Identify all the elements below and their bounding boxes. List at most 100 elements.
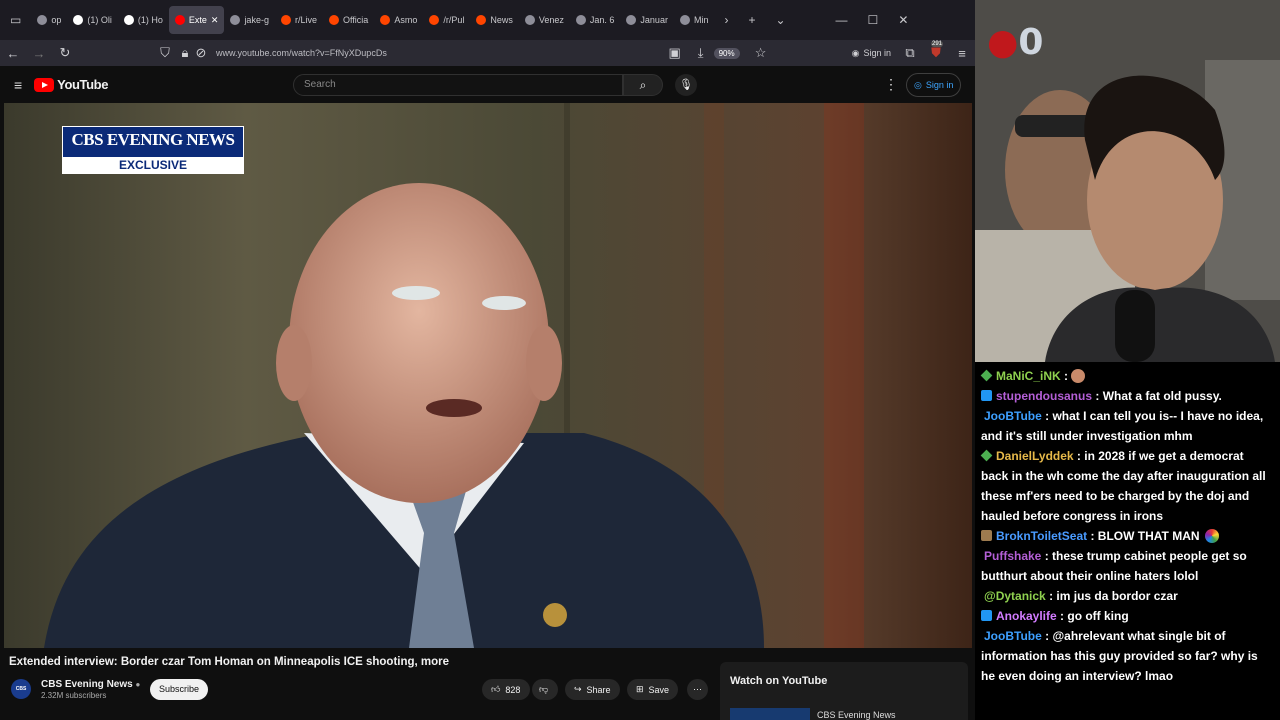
close-window-button[interactable]: ✕ [888, 13, 918, 27]
settings-kebab-icon[interactable]: ⋮ [884, 76, 898, 93]
browser-tab[interactable]: Jan. 6 [570, 6, 621, 34]
browser-tab[interactable]: jake-g [224, 6, 275, 34]
youtube-sign-in-label: Sign in [925, 80, 954, 90]
share-button[interactable]: ↪ Share [565, 679, 620, 700]
tab-icon [575, 15, 586, 25]
stream-chat: MaNiC_iNK : stupendousanus : What a fat … [975, 362, 1280, 720]
watch-on-youtube-panel[interactable]: Watch on YouTube CBS Evening News [720, 662, 968, 720]
browser-tab[interactable]: Min [674, 6, 715, 34]
browser-tab[interactable]: Officia [323, 6, 374, 34]
browser-tab[interactable]: News [470, 6, 519, 34]
chat-username[interactable]: DanielLyddek [996, 449, 1074, 463]
dislike-button[interactable]: 👎︎ [532, 679, 558, 700]
search-icon: ⌕ [639, 78, 647, 92]
channel-avatar[interactable]: CBS [11, 679, 31, 699]
chat-message: JooBTube : what I can tell you is-- I ha… [981, 409, 1264, 443]
youtube-icon [174, 15, 185, 25]
zoom-level[interactable]: 90% [713, 47, 740, 59]
chat-text: What a fat old pussy. [1102, 389, 1222, 403]
tab-label: Officia [342, 15, 369, 25]
emote-icon [1071, 369, 1086, 383]
like-button[interactable]: 👍︎ 828 [482, 679, 530, 700]
back-icon[interactable]: ← [0, 46, 26, 61]
rainbow-emote-icon [1204, 529, 1219, 543]
account-button[interactable]: ◉ Sign in [852, 48, 891, 59]
browser-tab[interactable]: Exte ✕ [168, 6, 225, 34]
reload-icon[interactable]: ↻ [52, 45, 78, 61]
tab-label: jake-g [244, 15, 269, 25]
browser-tab[interactable]: Asmo [374, 6, 423, 34]
bookmark-star-icon[interactable]: ☆ [748, 45, 774, 61]
channel-name[interactable]: CBS Evening News ● [41, 679, 140, 690]
close-tab-icon[interactable]: ✕ [211, 15, 219, 26]
chat-username[interactable]: JooBTube [984, 629, 1042, 643]
youtube-sign-in-button[interactable]: ◎ Sign in [906, 73, 962, 97]
diamond-badge-icon [980, 369, 993, 382]
ublock-icon[interactable]: ⛊ 291 [923, 41, 949, 61]
subscribe-button[interactable]: Subscribe [150, 679, 208, 700]
minimize-button[interactable]: — [826, 13, 858, 27]
chat-username[interactable]: MaNiC_iNK [996, 369, 1061, 383]
shield-icon[interactable]: ⛉ [152, 45, 178, 61]
tab-label: /r/Pul [443, 15, 465, 25]
channel-name-label: CBS Evening News [41, 679, 133, 690]
tab-icon [524, 15, 535, 25]
maximize-button[interactable]: ☐ [858, 13, 889, 27]
browser-tab[interactable]: r/Live [275, 6, 323, 34]
reddit-icon [476, 15, 487, 25]
youtube-logo[interactable]: YouTube [34, 77, 108, 92]
lock-icon[interactable]: 🔒︎ [178, 45, 192, 61]
more-actions-button[interactable]: ⋯ [687, 679, 708, 700]
tab-label: op [51, 15, 62, 25]
browser-tab[interactable]: Venez [519, 6, 570, 34]
chat-message: BroknToiletSeat : BLOW THAT MAN [981, 526, 1274, 546]
suggested-thumbnail[interactable] [730, 708, 810, 720]
subscriber-count: 2.32M subscribers [41, 691, 107, 700]
guide-menu-icon[interactable]: ≡ [14, 77, 22, 93]
browser-tab[interactable]: op [31, 6, 67, 34]
x-logo-icon [123, 15, 134, 25]
browser-tab[interactable]: /r/Pul [423, 6, 470, 34]
reader-view-icon[interactable]: ▣ [662, 45, 688, 61]
thumbs-up-icon: 👍︎ [491, 684, 501, 694]
browser-tab[interactable]: (1) Ho [118, 6, 169, 34]
chat-username[interactable]: JooBTube [984, 409, 1042, 423]
tab-label: Januar [640, 15, 668, 25]
download-icon[interactable]: ⤓ [688, 45, 714, 61]
tab-label: (1) Oli [87, 15, 112, 25]
cbs-evening-news-logo: CBS EVENING NEWSWITH TONY DOKOUPIL EXCLU… [62, 126, 244, 174]
search-button[interactable]: ⌕ [623, 74, 663, 96]
chat-username[interactable]: stupendousanus [996, 389, 1092, 403]
chat-username[interactable]: BroknToiletSeat [996, 529, 1087, 543]
account-sign-in-label: Sign in [863, 48, 891, 58]
extensions-icon[interactable]: ⧉ [897, 45, 923, 61]
browser-tab[interactable]: (1) Oli [67, 6, 118, 34]
tracking-icon[interactable]: ⊘ [192, 45, 210, 61]
list-tabs-icon[interactable]: ⌄ [765, 13, 795, 27]
tab-scroll-right-icon[interactable]: › [714, 13, 738, 27]
url-bar[interactable]: www.youtube.com/watch?v=FfNyXDupcDs [210, 48, 662, 58]
tab-strip: op (1) Oli (1) Ho Exte ✕ jake-g r/Live Officia A… [31, 6, 714, 34]
voice-search-button[interactable]: 🎙︎ [675, 74, 697, 96]
chat-message: stupendousanus : What a fat old pussy. [981, 386, 1274, 406]
chat-message: JooBTube : @ahrelevant what single bit o… [981, 629, 1258, 683]
search-input[interactable]: Search [293, 74, 623, 96]
share-label: Share [586, 684, 611, 695]
save-button[interactable]: ⊞ Save [627, 679, 679, 700]
watch-on-youtube-label: Watch on YouTube [730, 675, 828, 687]
reddit-icon [429, 15, 440, 25]
tab-label: r/Live [294, 15, 317, 25]
chat-username[interactable]: Anokaylife [996, 609, 1057, 623]
prime-badge-icon [981, 610, 992, 621]
menu-icon[interactable]: ≡ [949, 46, 975, 61]
verified-icon: ● [135, 680, 141, 689]
suggested-channel: CBS Evening News [817, 710, 896, 720]
forward-icon[interactable]: → [26, 46, 52, 61]
chat-username[interactable]: @Dytanick [984, 589, 1046, 603]
tab-overview-icon[interactable]: ▭ [0, 13, 31, 27]
chat-username[interactable]: Puffshake [984, 549, 1041, 563]
new-tab-button[interactable]: + [738, 13, 765, 27]
video-player[interactable]: CBS EVENING NEWSWITH TONY DOKOUPIL EXCLU… [4, 103, 972, 648]
browser-tab[interactable]: Januar [620, 6, 674, 34]
reddit-icon [380, 15, 391, 25]
